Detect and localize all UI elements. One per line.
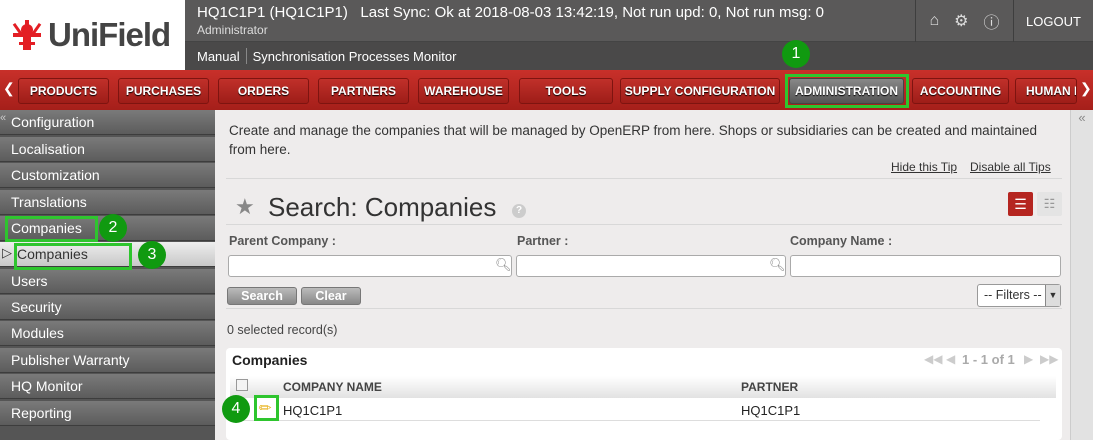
home-icon[interactable]: ⌂ [929, 12, 939, 30]
sidebar: Configuration Localisation Customization… [0, 110, 215, 440]
list-title: Companies [232, 352, 308, 368]
partner-input[interactable] [516, 255, 786, 277]
disable-tips-link[interactable]: Disable all Tips [970, 160, 1051, 174]
menu-tools[interactable]: TOOLS [519, 78, 613, 104]
shortcut-sync-monitor[interactable]: Synchronisation Processes Monitor [253, 49, 457, 64]
search-icon[interactable]: 🔍︎ [769, 257, 786, 273]
logo[interactable]: UniField [0, 0, 185, 70]
annotation-badge-2: 2 [99, 214, 127, 242]
sidebar-item-users[interactable]: Users [0, 269, 215, 294]
menu-human-resources[interactable]: HUMAN R [1015, 78, 1077, 104]
selected-count: 0 selected record(s) [227, 323, 338, 337]
sidebar-item-configuration[interactable]: Configuration [0, 110, 215, 135]
annotation-badge-1: 1 [782, 40, 810, 68]
menu-accounting[interactable]: ACCOUNTING [912, 78, 1009, 104]
cell-company-name[interactable]: HQ1C1P1 [283, 403, 342, 418]
filters-value: -- Filters -- [984, 288, 1042, 302]
company-name-input[interactable] [790, 255, 1061, 277]
divider [245, 48, 247, 64]
prev-page-icon[interactable]: ◀ [946, 352, 955, 366]
search-button[interactable]: Search [227, 287, 297, 305]
unifield-logo-icon [12, 20, 42, 50]
list-view-icon[interactable]: ☰ [1008, 192, 1033, 216]
shortcut-manual[interactable]: Manual [197, 49, 240, 64]
partner-label: Partner : [517, 234, 569, 248]
sidebar-item-localisation[interactable]: Localisation [0, 137, 215, 162]
shortcut-bar: Manual Synchronisation Processes Monitor [185, 42, 1093, 70]
search-icon[interactable]: 🔍︎ [495, 257, 512, 273]
star-icon[interactable]: ★ [235, 194, 255, 220]
cell-partner: HQ1C1P1 [741, 403, 801, 418]
gear-icon[interactable]: ⚙ [954, 11, 968, 31]
column-company-name[interactable]: COMPANY NAME [283, 380, 382, 394]
divider [226, 178, 1062, 179]
help-icon[interactable]: ? [512, 204, 526, 218]
menu-purchases[interactable]: PURCHASES [118, 78, 209, 104]
collapse-sidebar-icon[interactable]: « [0, 112, 6, 124]
right-collapse-strip[interactable]: « [1070, 110, 1093, 440]
tip-text: Create and manage the companies that wil… [229, 123, 1037, 157]
sidebar-item-reporting[interactable]: Reporting [0, 401, 215, 426]
next-page-icon[interactable]: ▶ [1024, 352, 1033, 366]
parent-company-label: Parent Company : [229, 234, 336, 248]
scroll-right-icon[interactable]: ❯ [1080, 80, 1092, 97]
menu-products[interactable]: PRODUCTS [18, 78, 109, 104]
highlight-box-3 [14, 243, 132, 270]
sidebar-item-customization[interactable]: Customization [0, 163, 215, 188]
clear-button[interactable]: Clear [301, 287, 361, 305]
highlight-box-1 [785, 74, 909, 108]
logo-text: UniField [48, 16, 171, 53]
instance-sync-status: HQ1C1P1 (HQ1C1P1) Last Sync: Ok at 2018-… [197, 4, 824, 21]
sidebar-item-hq-monitor[interactable]: HQ Monitor [0, 374, 215, 399]
divider [226, 224, 1062, 225]
page-title: Search: Companies [268, 192, 497, 222]
scroll-left-icon[interactable]: ❮ [3, 80, 15, 97]
company-name-label: Company Name : [790, 234, 893, 248]
collapse-right-icon[interactable]: « [1078, 110, 1085, 125]
chevron-down-icon[interactable]: ▼ [1045, 285, 1060, 306]
sidebar-item-publisher-warranty[interactable]: Publisher Warranty [0, 348, 215, 373]
top-bar: HQ1C1P1 (HQ1C1P1) Last Sync: Ok at 2018-… [185, 0, 1093, 42]
sidebar-item-security[interactable]: Security [0, 295, 215, 320]
table-row[interactable] [230, 398, 1040, 421]
user-name: Administrator [197, 23, 268, 37]
divider [226, 308, 1062, 309]
select-all-checkbox[interactable] [236, 379, 248, 391]
pager-text: 1 - 1 of 1 [962, 352, 1015, 367]
menu-supply-configuration[interactable]: SUPPLY CONFIGURATION [620, 78, 780, 104]
menu-warehouse[interactable]: WAREHOUSE [418, 78, 509, 104]
grid-view-icon[interactable]: ☷ [1037, 192, 1062, 216]
menu-partners[interactable]: PARTNERS [318, 78, 409, 104]
first-page-icon[interactable]: ◀◀ [924, 352, 942, 366]
sidebar-item-translations[interactable]: Translations [0, 190, 215, 215]
annotation-badge-3: 3 [138, 241, 166, 269]
sidebar-item-modules[interactable]: Modules [0, 321, 215, 346]
logout-button[interactable]: LOGOUT [1013, 0, 1093, 42]
parent-company-input[interactable] [228, 255, 512, 277]
top-icons: ⌂ ⚙ ⓘ [915, 0, 1013, 42]
filters-select[interactable]: -- Filters -- ▼ [977, 284, 1061, 307]
highlight-box-4 [254, 395, 279, 421]
main-menu: ❮ PRODUCTS PURCHASES ORDERS PARTNERS WAR… [0, 70, 1093, 110]
highlight-box-2 [5, 216, 98, 242]
info-icon[interactable]: ⓘ [983, 9, 999, 33]
hide-tip-link[interactable]: Hide this Tip [891, 160, 957, 174]
menu-orders[interactable]: ORDERS [218, 78, 309, 104]
annotation-badge-4: 4 [222, 395, 250, 423]
last-page-icon[interactable]: ▶▶ [1040, 352, 1058, 366]
expand-arrow-icon: ▷ [2, 245, 12, 260]
column-partner[interactable]: PARTNER [741, 380, 798, 394]
